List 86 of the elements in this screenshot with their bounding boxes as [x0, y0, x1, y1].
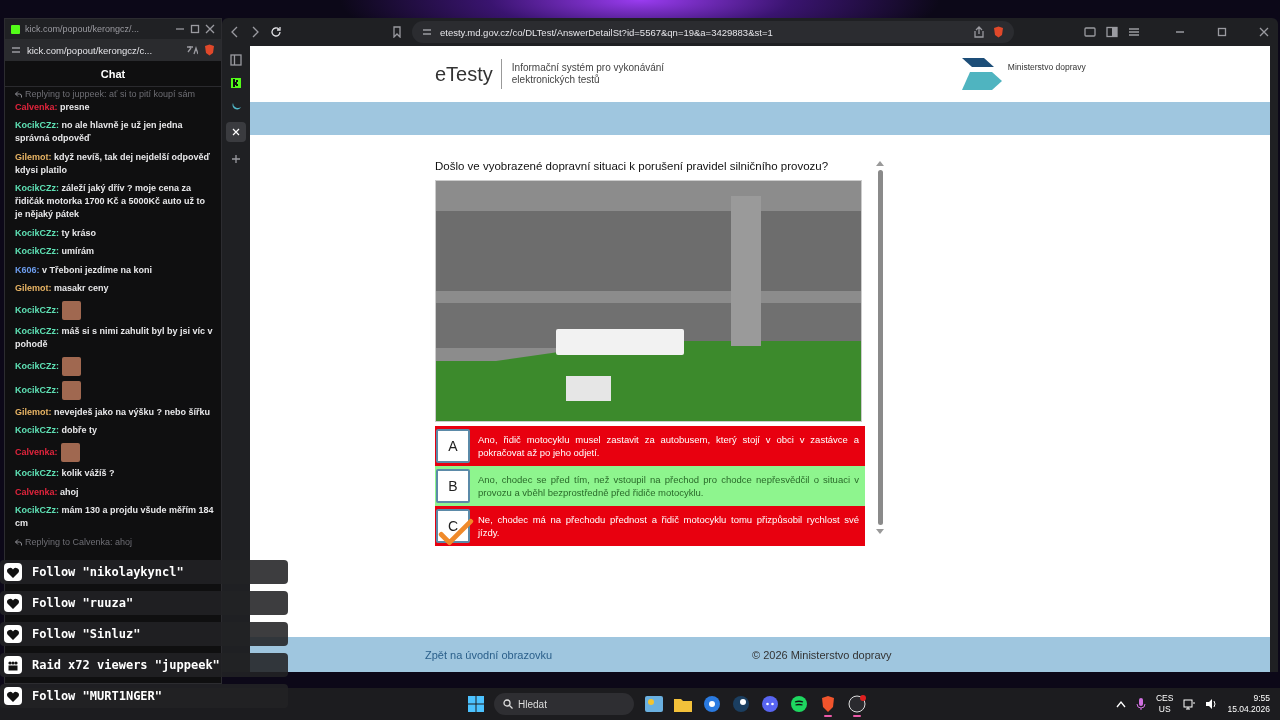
- chat-username[interactable]: KocikCZz:: [15, 303, 59, 317]
- kick-icon[interactable]: [231, 78, 241, 88]
- menu-icon[interactable]: [1128, 26, 1140, 38]
- reply-text: Replying to juppeek: ať si to pití koupí sám: [25, 88, 195, 101]
- scrollbar-thumb[interactable]: [877, 170, 883, 525]
- chat-message: KocikCZz: dobře ty: [15, 424, 99, 437]
- chat-message: Calvenka: presne: [15, 100, 91, 114]
- site-logo-text[interactable]: eTesty: [435, 59, 502, 89]
- alert-banner: Follow "nikolaykyncl": [0, 560, 288, 584]
- chat-username[interactable]: KocikCZz:: [15, 384, 59, 397]
- reload-icon[interactable]: [270, 26, 282, 38]
- close-icon[interactable]: [205, 24, 215, 34]
- share-icon[interactable]: [973, 26, 985, 38]
- translate-icon[interactable]: [186, 45, 198, 55]
- answer-option[interactable]: B Ano, chodec se před tím, než vstoupil na přechod pro chodce nepřesvědčil o situaci v provozu a vběhl bezprostředně před řidiče motocyklu.: [435, 466, 865, 506]
- chat-heading: Chat: [100, 67, 126, 80]
- app-icon[interactable]: [761, 695, 779, 713]
- back-icon[interactable]: [230, 26, 240, 38]
- folder-icon[interactable]: [674, 696, 692, 712]
- scroll-down-icon[interactable]: [876, 529, 884, 535]
- chevron-up-icon[interactable]: [1115, 700, 1126, 708]
- site-icon: [11, 24, 20, 34]
- chat-message: KocikCZz: záleží jaký dřív ? moje cena za řidičák motorka 1700 Kč a 5000Kč auto už to je nějaký pátek: [15, 182, 207, 221]
- address-bar[interactable]: etesty.md.gov.cz/co/DLTest/AnswerDetailSt?id=5567&qn=19&a=3429883&st=1: [412, 21, 1014, 43]
- scroll-up-icon[interactable]: [876, 160, 884, 166]
- heart-icon: [6, 565, 20, 579]
- chat-message: KocikCZz: máš si s nimi zahulit byl by jsi víc v pohodě: [15, 325, 214, 351]
- app-icon[interactable]: [848, 695, 866, 713]
- chat-message: KocikCZz: umírám: [15, 245, 96, 258]
- reply-icon: [15, 91, 22, 98]
- site-tagline: Informační systém pro vykonávání elektronických testů: [510, 61, 666, 87]
- chat-message: KocikCZz: ty kráso: [15, 226, 98, 240]
- site-settings-icon[interactable]: [11, 45, 21, 55]
- site-settings-icon[interactable]: [422, 27, 432, 37]
- alert-banner: Follow "Sinluz": [0, 622, 288, 646]
- chat-message: Gilemot: masakr ceny: [15, 282, 110, 295]
- app-icon[interactable]: [732, 695, 750, 713]
- chat-message: Gilemot: nevejdeš jako na výšku ? nebo šířku: [15, 405, 212, 419]
- window-title: kick.com/popout/kerongcz/...: [25, 24, 141, 34]
- emote-image: [62, 300, 81, 320]
- search-field[interactable]: Hledat: [494, 693, 634, 715]
- answer-option[interactable]: C Ne, chodec má na přechodu přednost a řidič motocyklu tomu přizpůsobil rychlost své jízdy.: [435, 506, 865, 546]
- close-tab-button[interactable]: [226, 122, 246, 142]
- clock[interactable]: 9:55 15.04.2026: [1227, 693, 1270, 715]
- reply-text: Replying to Calvenka: ahoj: [25, 535, 133, 549]
- chat-username[interactable]: Calvenka:: [15, 445, 58, 459]
- heart-icon: [6, 627, 20, 641]
- alert-banner: Follow "ruuza": [0, 591, 288, 615]
- chat-message: KocikCZz: mám 130 a projdu všude měřím 184 cm: [15, 504, 215, 530]
- forward-icon[interactable]: [250, 26, 260, 38]
- ministry-logo-icon: [961, 58, 1002, 90]
- answer-option[interactable]: A Ano, řidič motocyklu musel zastavit za autobusem, který stojí v obci v zastávce a pokračovat až po jeho odjetí.: [435, 426, 865, 466]
- close-icon[interactable]: [1258, 26, 1270, 38]
- volume-icon[interactable]: [1205, 698, 1218, 710]
- heart-icon: [6, 689, 20, 703]
- heart-icon: [6, 596, 20, 610]
- chat-message: KocikCZz: no ale hlavně je už jen jedna správná odpověď: [15, 119, 184, 145]
- alert-banner: Raid x72 viewers "juppeek": [0, 653, 288, 677]
- app-icon[interactable]: [703, 695, 721, 713]
- chat-message: KocikCZz: kolik vážíš ?: [15, 467, 116, 480]
- chat-username[interactable]: KocikCZz:: [15, 359, 59, 373]
- microphone-icon[interactable]: [1135, 697, 1146, 711]
- maximize-icon[interactable]: [1216, 26, 1228, 38]
- search-icon: [503, 699, 513, 709]
- keyboard-language[interactable]: CES US: [1155, 693, 1174, 715]
- shield-icon[interactable]: [204, 44, 215, 56]
- copyright-text: © 2026 Ministerstvo dopravy: [752, 648, 892, 661]
- chat-message: K606: v Třeboni jezdíme na koni: [15, 263, 154, 277]
- reply-icon: [15, 538, 22, 546]
- emote-image: [62, 381, 81, 400]
- back-home-link[interactable]: Zpět na úvodní obrazovku: [425, 648, 752, 661]
- emote-image: [60, 442, 80, 462]
- maximize-icon[interactable]: [190, 24, 200, 34]
- alert-banner: Follow "MURT1NGER": [0, 684, 288, 708]
- app-icon[interactable]: [790, 695, 808, 713]
- shield-icon[interactable]: [993, 26, 1004, 38]
- sidebar-icon[interactable]: [1106, 26, 1118, 38]
- bookmark-icon[interactable]: [392, 26, 402, 38]
- sidebar-panel-icon[interactable]: [230, 54, 242, 66]
- question-text: Došlo ve vyobrazené dopravní situaci k porušení pravidel silničního provozu?: [435, 160, 830, 172]
- ministry-name: Ministerstvo dopravy: [1007, 62, 1086, 72]
- add-icon[interactable]: [231, 154, 241, 164]
- chat-message: Calvenka: ahoj: [15, 485, 80, 499]
- chat-message: Gilemot: když nevíš, tak dej nejdelší odpověď kdysi platilo: [15, 150, 212, 177]
- start-icon[interactable]: [468, 696, 484, 712]
- emote-image: [62, 356, 81, 376]
